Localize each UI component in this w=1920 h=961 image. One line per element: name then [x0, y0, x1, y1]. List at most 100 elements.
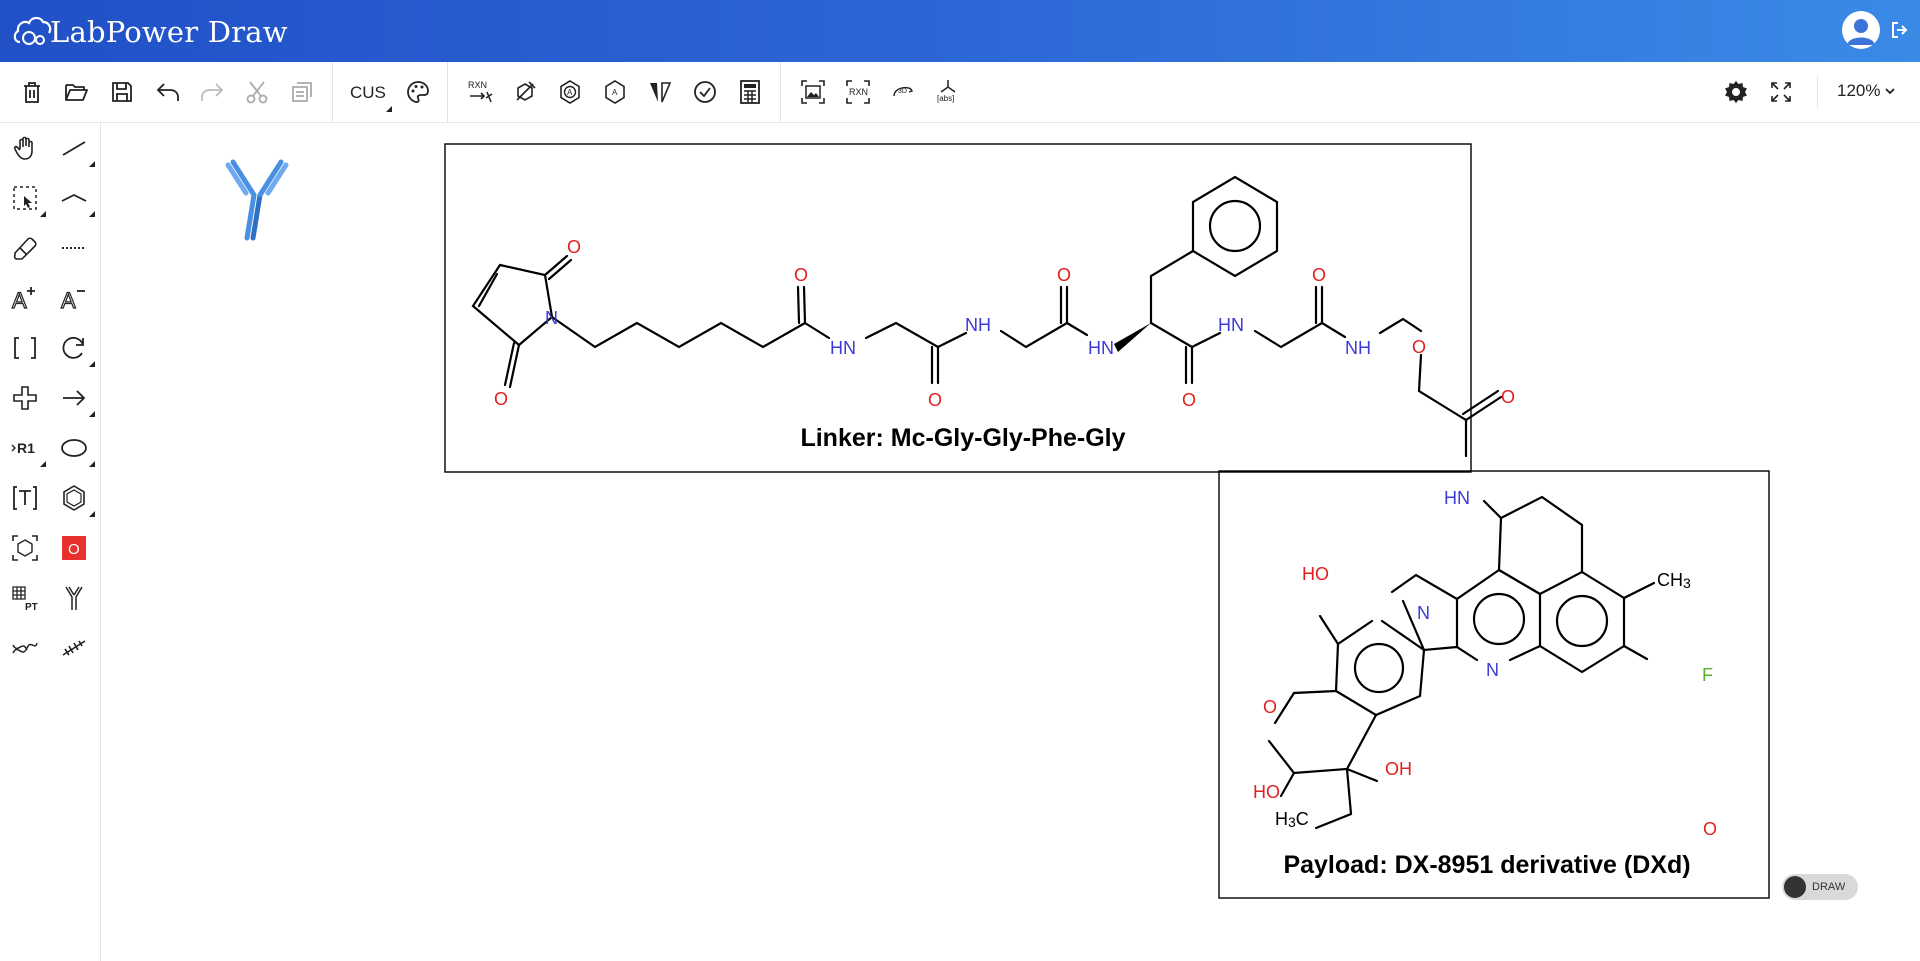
molecule-drawing[interactable]: O O N O HN O NH O HN O HN O NH O O HN N …: [101, 123, 1920, 961]
dotted-bond-tool[interactable]: [56, 230, 92, 266]
ellipse-tool[interactable]: [56, 430, 95, 467]
image-export-button[interactable]: [797, 76, 829, 108]
hand-icon: [13, 136, 33, 160]
svg-text:A: A: [567, 88, 573, 97]
eraser-tool[interactable]: [7, 230, 43, 266]
open-button[interactable]: [60, 76, 92, 108]
drawing-canvas[interactable]: O O N O HN O NH O HN O HN O NH O O HN N …: [101, 123, 1920, 961]
logout-icon: [1892, 22, 1908, 38]
fullscreen-button[interactable]: [1765, 76, 1797, 108]
save-button[interactable]: [106, 76, 138, 108]
delete-button[interactable]: [16, 76, 48, 108]
r-group-tool[interactable]: R1: [7, 430, 46, 467]
wedge-bond: [1114, 323, 1151, 352]
palette-icon: [407, 81, 429, 103]
svg-text:RXN: RXN: [468, 80, 487, 90]
calculator-button[interactable]: [734, 76, 766, 108]
open-folder-icon: [65, 84, 88, 101]
zoom-select[interactable]: 120%: [1837, 81, 1896, 101]
atom-label: O: [1182, 390, 1196, 410]
rxn-auto-icon: RXN: [468, 80, 493, 103]
check-button[interactable]: [689, 76, 721, 108]
dearomatize-button[interactable]: A: [599, 76, 631, 108]
logout-button[interactable]: [1889, 20, 1909, 40]
antibody-icon[interactable]: [225, 159, 289, 241]
periodic-table-tool[interactable]: PT: [7, 580, 43, 616]
dna-tool[interactable]: [7, 630, 43, 666]
stereo-button[interactable]: [644, 76, 676, 108]
charge-plus-icon: A: [11, 287, 35, 313]
undo-button[interactable]: [152, 76, 184, 108]
template-icon: [12, 535, 38, 561]
draw-toggle[interactable]: DRAW: [1782, 874, 1858, 900]
aromatize-button[interactable]: A: [554, 76, 586, 108]
text-tool[interactable]: [7, 480, 43, 516]
check-icon: [694, 81, 716, 103]
atom-label: NH: [965, 315, 991, 335]
plus-icon: [13, 386, 37, 410]
atom-o-tool[interactable]: O: [56, 530, 92, 566]
image-export-icon: [801, 80, 825, 104]
atom-label: O: [1312, 265, 1326, 285]
clean-button[interactable]: [509, 76, 541, 108]
bond-tool[interactable]: [56, 130, 95, 167]
wave-bond-tool[interactable]: [56, 180, 95, 217]
rna-tool[interactable]: [56, 630, 92, 666]
atom-label: O: [1501, 387, 1515, 407]
rxn-auto-button[interactable]: RXN: [464, 76, 496, 108]
delete-icon: [24, 82, 40, 103]
atom-label: HN: [1444, 488, 1470, 508]
wave-bond-icon: [61, 193, 87, 202]
settings-button[interactable]: [1720, 76, 1752, 108]
palette-button[interactable]: [402, 76, 434, 108]
rxn-export-icon: RXN: [846, 80, 870, 104]
linker-caption[interactable]: Linker: Mc-Gly-Gly-Phe-Gly: [800, 424, 1125, 452]
template-tool[interactable]: [7, 530, 43, 566]
atom-label: O: [1263, 697, 1277, 717]
payload-atoms: N N F HO O HO OH O CH3 H3C: [1253, 564, 1717, 839]
redo-button[interactable]: [196, 76, 228, 108]
aromatize-icon: A: [560, 80, 580, 104]
fullscreen-icon: [1771, 82, 1791, 102]
copy-icon: [292, 82, 312, 102]
bracket-tool[interactable]: [7, 330, 43, 366]
3d-button[interactable]: 3D: [887, 76, 919, 108]
payload-box[interactable]: [1218, 470, 1770, 899]
plus-tool[interactable]: [7, 380, 43, 416]
rotate-tool[interactable]: [56, 330, 95, 367]
atom-label: NH: [1345, 338, 1371, 358]
hand-tool[interactable]: [7, 130, 43, 166]
svg-text:A: A: [12, 288, 27, 313]
save-icon: [112, 82, 132, 102]
svg-text:[abs]: [abs]: [937, 94, 954, 103]
copy-button[interactable]: [286, 76, 318, 108]
select-tool[interactable]: [7, 180, 46, 217]
rxn-export-button[interactable]: RXN: [842, 76, 874, 108]
app-logo[interactable]: LabPower Draw: [12, 12, 288, 52]
benzene-tool[interactable]: [56, 480, 95, 517]
atom-label: O: [1412, 337, 1426, 357]
cut-button[interactable]: [241, 76, 273, 108]
atom-label: F: [1702, 665, 1713, 685]
antibody-tool[interactable]: [56, 580, 92, 616]
gear-icon: [1725, 81, 1747, 103]
rna-icon: [62, 640, 86, 656]
atom-label: HO: [1302, 564, 1329, 584]
atom-label: N: [545, 308, 558, 328]
abs-button[interactable]: [abs]: [932, 76, 964, 108]
payload-caption[interactable]: Payload: DX-8951 derivative (DXd): [1283, 851, 1690, 879]
left-tool-panel: A A R1 O PT: [0, 123, 101, 961]
atom-label: O: [567, 237, 581, 257]
charge-minus-tool[interactable]: A: [56, 280, 92, 316]
dotted-bond-icon: [62, 247, 86, 249]
submenu-indicator: [89, 411, 95, 417]
arrow-tool[interactable]: [56, 380, 95, 417]
cus-button[interactable]: CUS: [350, 83, 386, 103]
antibody-icon: [65, 586, 83, 610]
submenu-indicator: [40, 211, 46, 217]
submenu-indicator: [40, 461, 46, 467]
charge-plus-tool[interactable]: A: [7, 280, 43, 316]
user-avatar[interactable]: [1842, 11, 1880, 49]
atom-label: O: [494, 389, 508, 409]
calculator-icon: [740, 80, 760, 104]
